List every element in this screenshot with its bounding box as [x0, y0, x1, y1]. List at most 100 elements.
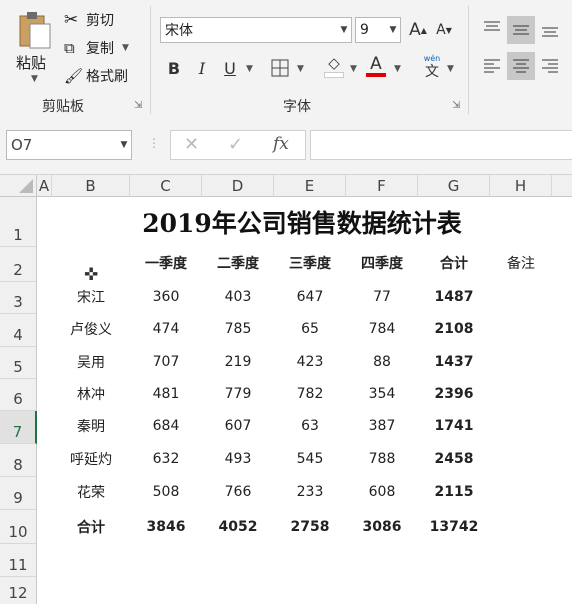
- align-right-button[interactable]: [538, 54, 562, 78]
- table-cell-q1[interactable]: 481: [130, 379, 202, 409]
- row-header-3[interactable]: 3: [0, 282, 37, 314]
- underline-button[interactable]: U: [218, 56, 242, 80]
- table-cell-total[interactable]: 13742: [418, 510, 490, 544]
- table-cell-q3[interactable]: 545: [274, 444, 346, 474]
- table-cell-name[interactable]: 林冲: [52, 379, 130, 409]
- table-cell-q1[interactable]: 632: [130, 444, 202, 474]
- column-header-b[interactable]: B: [52, 175, 130, 197]
- chevron-down-icon[interactable]: ▼: [297, 64, 304, 74]
- row-header-12[interactable]: 12: [0, 577, 37, 604]
- increase-font-size-button[interactable]: A ▲: [406, 18, 430, 42]
- table-cell-q1[interactable]: 360: [130, 282, 202, 312]
- align-left-button[interactable]: [480, 54, 504, 78]
- table-cell-name[interactable]: 秦明: [52, 411, 130, 441]
- row-header-1[interactable]: 1: [0, 197, 37, 247]
- chevron-down-icon[interactable]: ▼: [117, 140, 131, 150]
- table-cell-q1[interactable]: 474: [130, 314, 202, 344]
- italic-button[interactable]: I: [190, 56, 214, 80]
- row-header-2[interactable]: 2: [0, 247, 37, 282]
- table-cell-q4[interactable]: 3086: [346, 510, 418, 544]
- table-cell-q2[interactable]: 493: [202, 444, 274, 474]
- sheet-title[interactable]: 2019年公司销售数据统计表: [52, 204, 552, 240]
- column-header-h[interactable]: H: [490, 175, 552, 197]
- table-cell-name[interactable]: 卢俊义: [52, 314, 130, 344]
- table-cell-q4[interactable]: 608: [346, 477, 418, 507]
- select-all-corner[interactable]: [0, 175, 37, 197]
- table-cell-q2[interactable]: 403: [202, 282, 274, 312]
- table-cell-q2[interactable]: 785: [202, 314, 274, 344]
- column-header-a[interactable]: A: [37, 175, 52, 197]
- dialog-launcher-icon[interactable]: ⇲: [134, 100, 142, 111]
- table-cell-total[interactable]: 2115: [418, 477, 490, 507]
- chevron-down-icon[interactable]: ▼: [350, 64, 357, 74]
- enter-icon[interactable]: ✓: [228, 134, 243, 155]
- table-cell-total[interactable]: 1487: [418, 282, 490, 312]
- table-cell-q4[interactable]: 788: [346, 444, 418, 474]
- table-cell-total[interactable]: 2396: [418, 379, 490, 409]
- column-header-f[interactable]: F: [346, 175, 418, 197]
- align-middle-button[interactable]: [507, 16, 535, 44]
- borders-button[interactable]: [268, 56, 292, 80]
- column-header-e[interactable]: E: [274, 175, 346, 197]
- table-cell-q3[interactable]: 647: [274, 282, 346, 312]
- table-cell-q1[interactable]: 508: [130, 477, 202, 507]
- table-cell-q3[interactable]: 63: [274, 411, 346, 441]
- fill-color-button[interactable]: ◇: [322, 54, 346, 78]
- header-cell-q4[interactable]: 四季度: [346, 252, 418, 274]
- table-cell-q1[interactable]: 3846: [130, 510, 202, 544]
- chevron-down-icon[interactable]: ▼: [337, 25, 351, 35]
- row-header-6[interactable]: 6: [0, 379, 37, 411]
- table-cell-q2[interactable]: 219: [202, 347, 274, 377]
- table-cell-q4[interactable]: 354: [346, 379, 418, 409]
- table-cell-name[interactable]: 宋江: [52, 282, 130, 312]
- font-name-combo[interactable]: 宋体 ▼: [160, 17, 352, 43]
- formula-input[interactable]: [310, 130, 572, 160]
- align-center-button[interactable]: [507, 52, 535, 80]
- chevron-down-icon[interactable]: ▼: [246, 64, 253, 74]
- table-cell-q4[interactable]: 387: [346, 411, 418, 441]
- phonetic-guide-button[interactable]: wén 文: [420, 54, 444, 82]
- table-cell-q2[interactable]: 607: [202, 411, 274, 441]
- chevron-down-icon[interactable]: ▼: [394, 64, 401, 74]
- table-cell-q3[interactable]: 423: [274, 347, 346, 377]
- align-bottom-button[interactable]: [538, 18, 562, 42]
- column-header-c[interactable]: C: [130, 175, 202, 197]
- header-cell-q1[interactable]: 一季度: [130, 252, 202, 274]
- decrease-font-size-button[interactable]: A ▼: [432, 18, 456, 42]
- table-cell-q2[interactable]: 779: [202, 379, 274, 409]
- insert-function-icon[interactable]: fx: [273, 134, 289, 154]
- row-header-11[interactable]: 11: [0, 544, 37, 577]
- header-cell-total[interactable]: 合计: [418, 252, 490, 274]
- table-cell-q2[interactable]: 766: [202, 477, 274, 507]
- cancel-icon[interactable]: ✕: [184, 134, 199, 155]
- row-header-7[interactable]: 7: [0, 411, 37, 444]
- table-cell-q4[interactable]: 784: [346, 314, 418, 344]
- row-header-5[interactable]: 5: [0, 347, 37, 379]
- format-painter-button[interactable]: 🖌 格式刷: [64, 66, 128, 86]
- table-cell-q1[interactable]: 707: [130, 347, 202, 377]
- header-cell-q2[interactable]: 二季度: [202, 252, 274, 274]
- table-cell-q2[interactable]: 4052: [202, 510, 274, 544]
- row-header-8[interactable]: 8: [0, 444, 37, 477]
- cut-button[interactable]: ✂ 剪切: [64, 10, 114, 30]
- table-cell-q3[interactable]: 2758: [274, 510, 346, 544]
- dialog-launcher-icon[interactable]: ⇲: [452, 100, 460, 111]
- table-cell-name[interactable]: 吴用: [52, 347, 130, 377]
- table-cell-name[interactable]: 合计: [52, 510, 130, 544]
- table-cell-name[interactable]: 花荣: [52, 477, 130, 507]
- table-cell-q4[interactable]: 77: [346, 282, 418, 312]
- table-cell-total[interactable]: 2108: [418, 314, 490, 344]
- table-cell-q4[interactable]: 88: [346, 347, 418, 377]
- row-header-4[interactable]: 4: [0, 314, 37, 347]
- chevron-down-icon[interactable]: ▼: [447, 64, 454, 74]
- row-header-9[interactable]: 9: [0, 477, 37, 510]
- column-header-g[interactable]: G: [418, 175, 490, 197]
- chevron-down-icon[interactable]: ▼: [386, 25, 400, 35]
- column-header-d[interactable]: D: [202, 175, 274, 197]
- copy-button[interactable]: ⧉ 复制 ▼: [64, 38, 129, 58]
- table-cell-q3[interactable]: 782: [274, 379, 346, 409]
- table-cell-total[interactable]: 1741: [418, 411, 490, 441]
- header-cell-notes[interactable]: 备注: [490, 252, 552, 274]
- font-size-combo[interactable]: 9 ▼: [355, 17, 401, 43]
- table-cell-q3[interactable]: 233: [274, 477, 346, 507]
